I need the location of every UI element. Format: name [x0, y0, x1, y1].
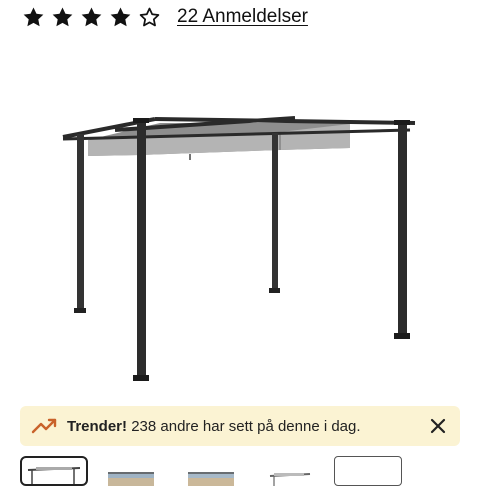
star-filled-icon — [51, 6, 74, 29]
trending-up-icon — [31, 416, 59, 436]
thumbnail-more[interactable] — [334, 456, 402, 486]
trending-text: Trender! 238 andre har sett på denne i d… — [67, 418, 361, 435]
star-filled-icon — [22, 6, 45, 29]
trending-banner: Trender! 238 andre har sett på denne i d… — [20, 406, 460, 446]
close-button[interactable] — [428, 416, 448, 436]
trending-message: 238 andre har sett på denne i dag. — [131, 417, 361, 435]
star-outline-icon — [138, 6, 161, 29]
pergola-image[interactable] — [60, 110, 420, 385]
close-icon — [430, 418, 446, 434]
star-filled-icon — [109, 6, 132, 29]
rating-row: 22 Anmeldelser — [22, 4, 308, 30]
thumbnail-pergola-4[interactable] — [262, 456, 330, 486]
thumbnail-pergola-2[interactable] — [104, 456, 172, 486]
star-filled-icon — [80, 6, 103, 29]
reviews-link[interactable]: 22 Anmeldelser — [177, 6, 308, 28]
thumbnail-strip — [0, 456, 480, 486]
star-rating — [22, 6, 167, 29]
thumbnail-pergola[interactable] — [20, 456, 88, 486]
thumbnail-pergola-3[interactable] — [184, 456, 252, 486]
trending-title: Trender! — [67, 417, 128, 435]
